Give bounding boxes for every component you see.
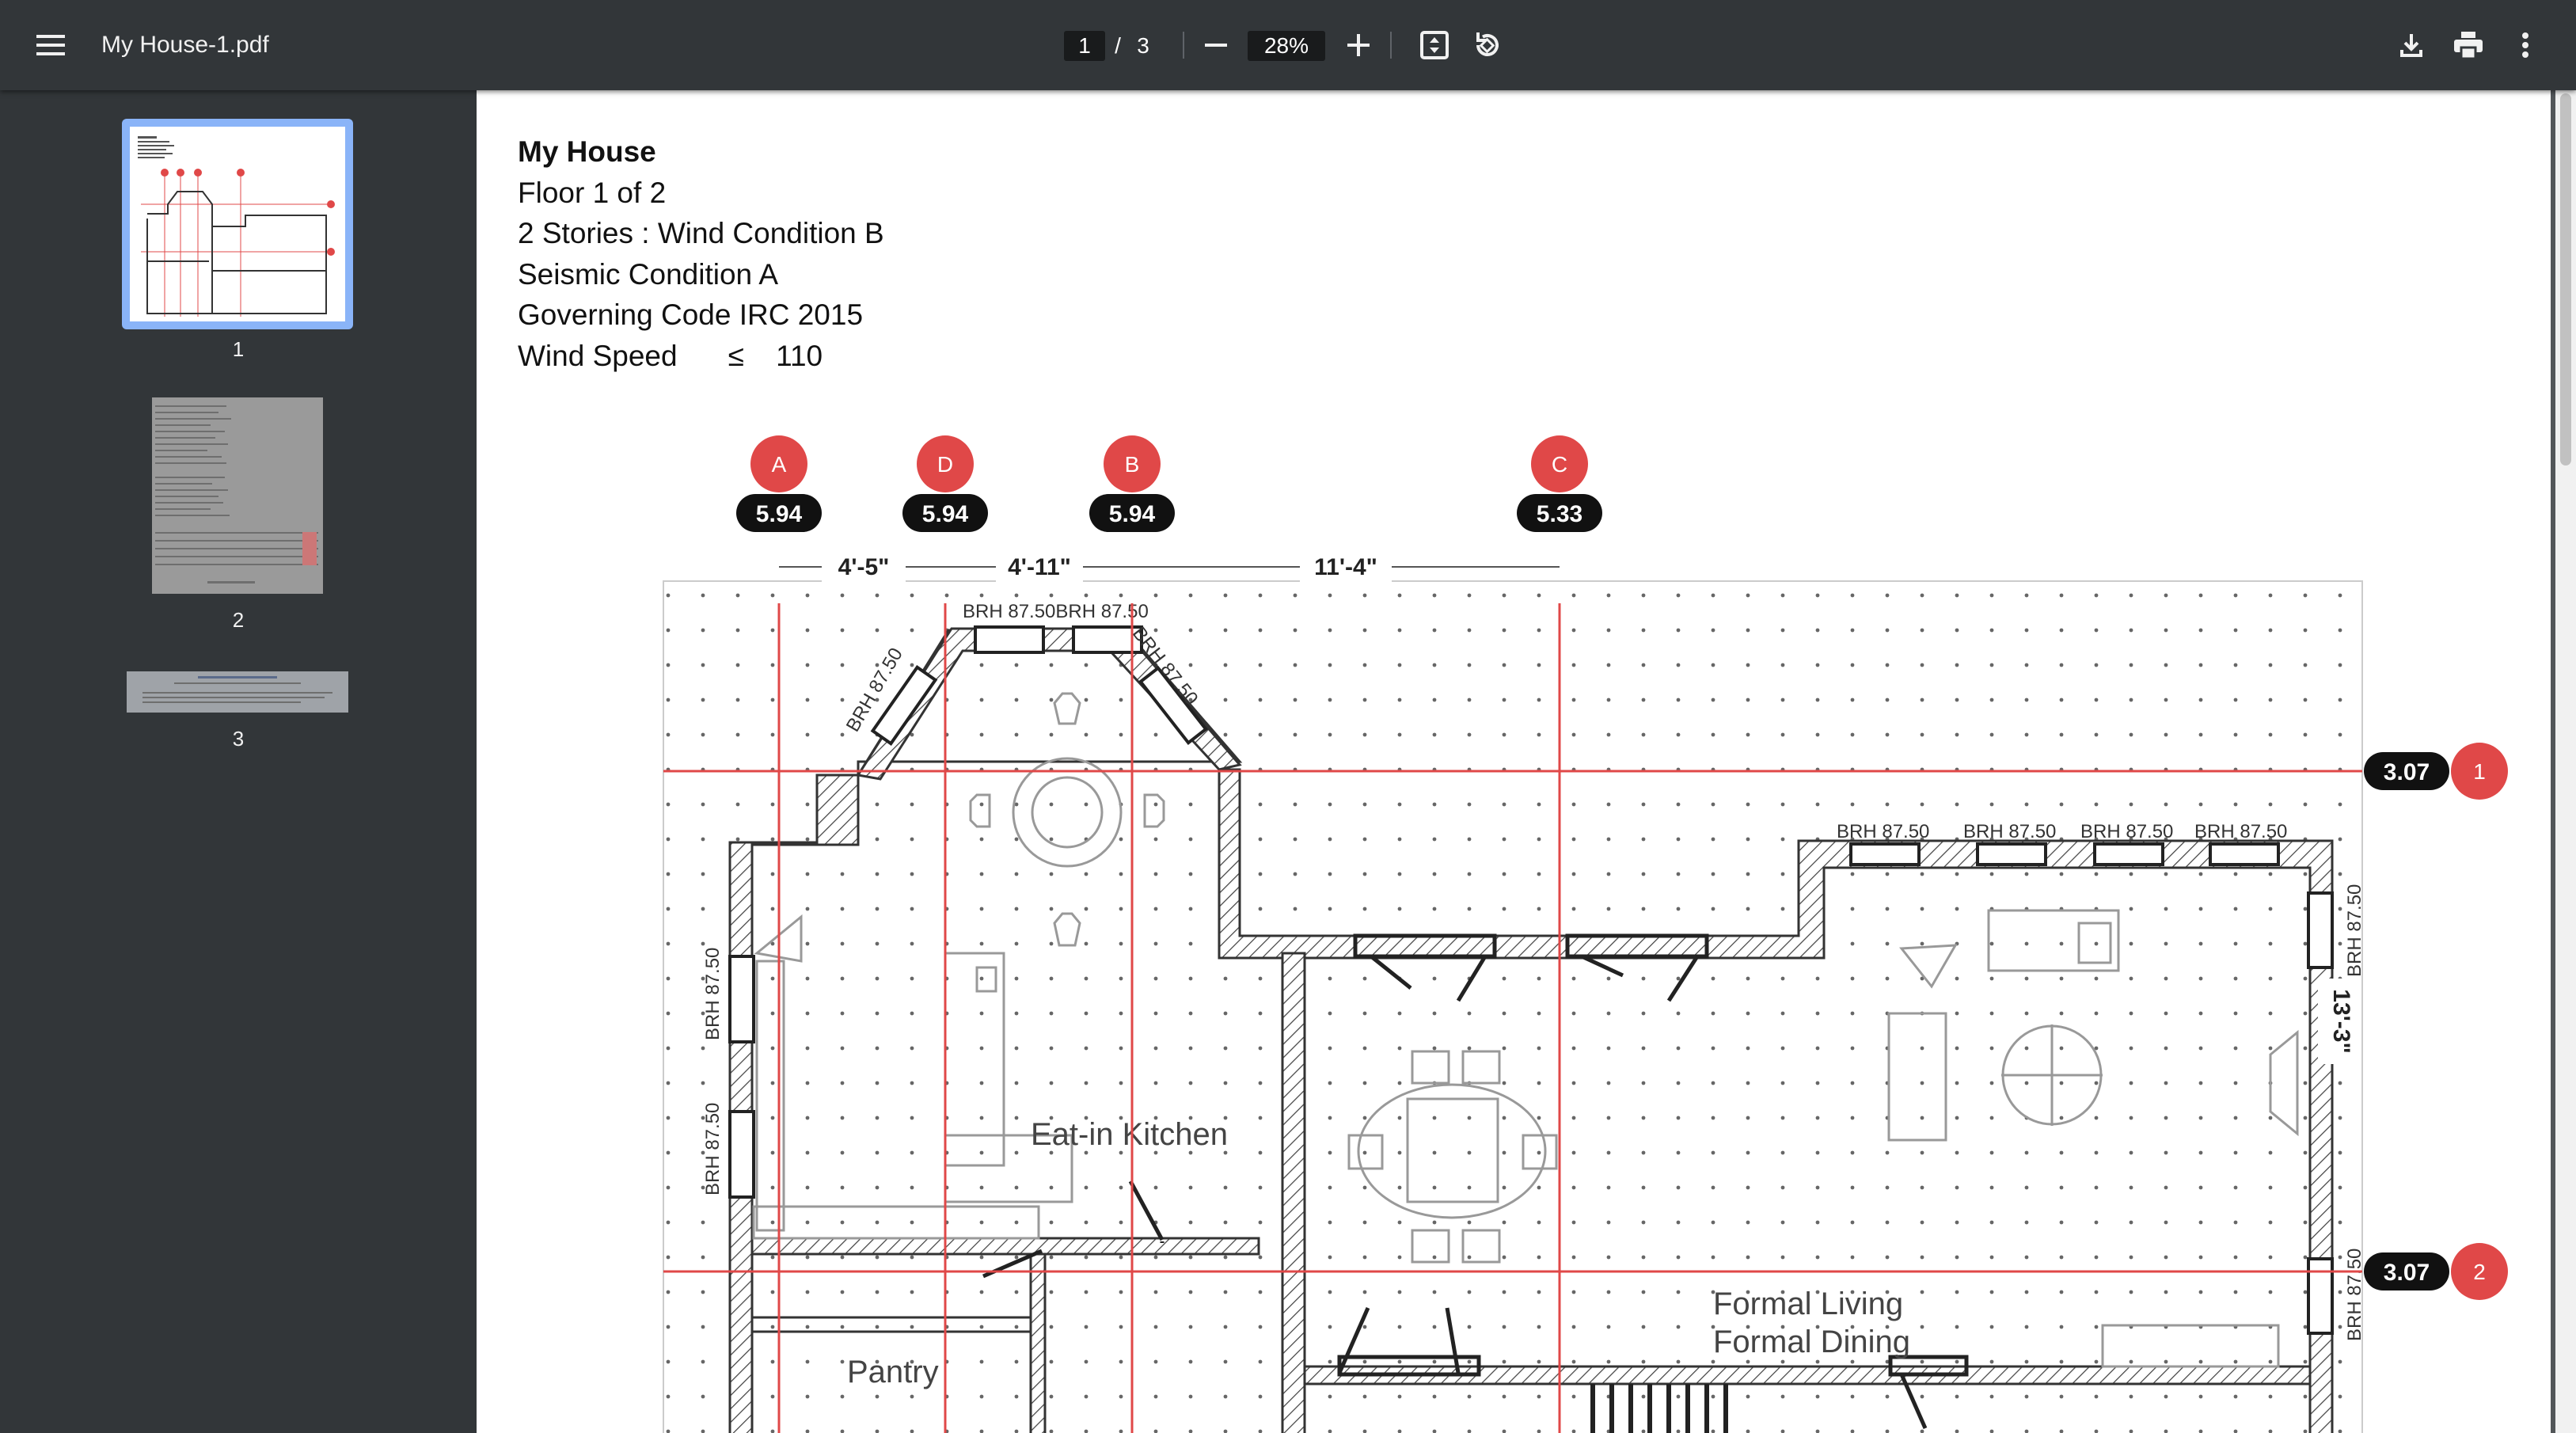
column-value: 5.94 — [922, 501, 969, 527]
thumbnail-image — [142, 676, 332, 703]
page-separator: / — [1115, 33, 1121, 58]
room-label-pantry: Pantry — [847, 1355, 939, 1389]
room-label-kitchen: Eat-in Kitchen — [1031, 1117, 1228, 1152]
more-vert-icon[interactable] — [2497, 17, 2554, 74]
column-letter: A — [772, 452, 787, 477]
row-number: 1 — [2473, 759, 2486, 784]
fit-page-icon[interactable] — [1406, 17, 1463, 74]
menu-icon[interactable] — [22, 17, 79, 74]
toolbar-divider — [1183, 32, 1184, 59]
room-label-dining: Formal Dining — [1713, 1325, 1910, 1359]
page-number-input[interactable]: 1 — [1064, 31, 1105, 61]
toolbar-divider — [1390, 32, 1392, 59]
thumbnail-label: 1 — [232, 337, 245, 361]
column-letter: B — [1125, 452, 1140, 477]
column-value: 5.94 — [1109, 501, 1156, 527]
document-viewer[interactable]: My House Floor 1 of 2 2 Stories : Wind C… — [477, 90, 2576, 1433]
brh-label: BRH 87.50 — [702, 1103, 724, 1195]
column-markers: A D B C 5.94 5.94 5.94 5.33 — [736, 435, 1602, 532]
brh-label: BRH 87.50 — [1837, 821, 1929, 842]
brh-label: BRH 87.50 — [1963, 821, 2056, 842]
column-letter: C — [1552, 452, 1567, 477]
download-icon[interactable] — [2383, 17, 2440, 74]
dimension-label: 11'-4" — [1314, 554, 1377, 580]
floor-plan: BRH 87.50BRH 87.50 BRH 87.50 BRH 87.50 B… — [663, 435, 2508, 1433]
row-value: 3.07 — [2384, 759, 2430, 785]
room-label-living: Formal Living — [1713, 1287, 1903, 1321]
file-title: My House-1.pdf — [101, 32, 269, 58]
pdf-page: My House Floor 1 of 2 2 Stories : Wind C… — [477, 90, 2551, 1433]
row-number: 2 — [2473, 1260, 2486, 1284]
brh-label: BRH 87.50 — [702, 948, 724, 1040]
dimension-label: 4'-11" — [1008, 554, 1071, 580]
toolbar: My House-1.pdf 1 / 3 28% — [0, 0, 2576, 90]
plus-icon[interactable] — [1330, 17, 1387, 74]
rotate-icon[interactable] — [1458, 17, 1515, 74]
brh-label: BRH 87.50 — [2344, 884, 2365, 977]
thumbnail-label: 2 — [232, 608, 245, 632]
thumbnail-sidebar: 1 2 3 — [0, 90, 477, 1433]
brh-label: BRH 87.50 — [2344, 1249, 2365, 1341]
row-markers: 3.07 3.07 1 2 — [2364, 743, 2508, 1300]
scrollbar-thumb[interactable] — [2560, 93, 2571, 466]
print-icon[interactable] — [2440, 17, 2497, 74]
minus-icon[interactable] — [1187, 17, 1244, 74]
thumbnail-page-1[interactable] — [122, 119, 353, 329]
dimension-label: 13'-3" — [2328, 989, 2354, 1053]
column-value: 5.94 — [756, 501, 803, 527]
brh-label: BRH 87.50 — [2080, 821, 2173, 842]
row-value: 3.07 — [2384, 1260, 2430, 1286]
thumbnail-page-2[interactable] — [152, 397, 323, 594]
column-letter: D — [937, 452, 953, 477]
dimension-label: 4'-5" — [838, 554, 890, 580]
vertical-scrollbar[interactable] — [2555, 90, 2576, 1433]
thumbnail-label: 3 — [232, 727, 245, 751]
thumbnail-image — [155, 405, 318, 583]
brh-label: BRH 87.50BRH 87.50 — [963, 601, 1149, 622]
thumbnail-page-3[interactable] — [127, 671, 348, 713]
column-value: 5.33 — [1537, 501, 1582, 527]
brh-label: BRH 87.50 — [2194, 821, 2287, 842]
page-total: 3 — [1137, 33, 1149, 58]
zoom-input[interactable]: 28% — [1248, 31, 1325, 61]
thumbnail-image — [138, 136, 335, 317]
